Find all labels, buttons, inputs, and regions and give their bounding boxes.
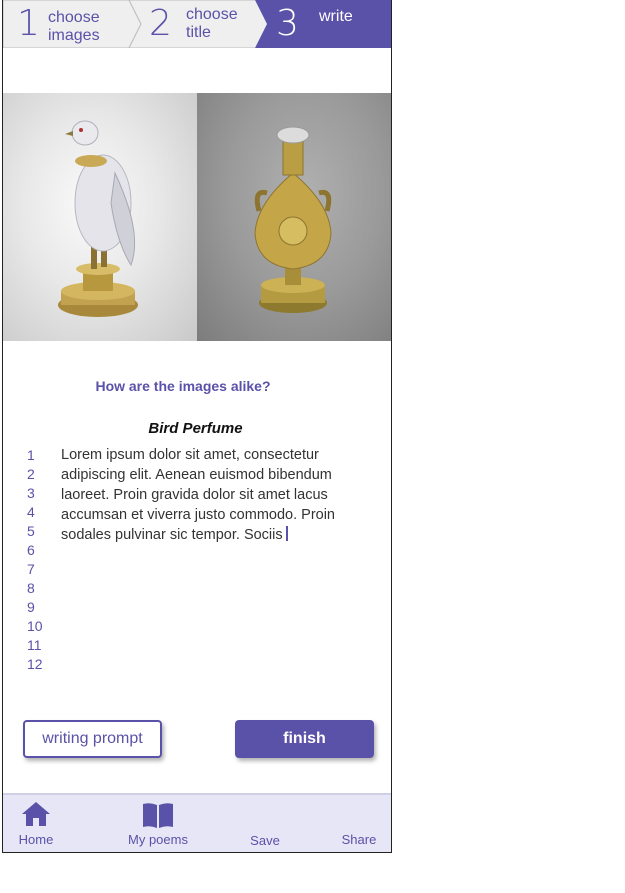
step-2-label-line2: title: [186, 24, 211, 41]
step-1-label-line1: choose: [48, 9, 100, 26]
nav-save[interactable]: Save: [241, 795, 289, 852]
finish-button[interactable]: finish: [235, 720, 374, 758]
nav-save-label: Save: [250, 833, 280, 848]
progress-stepper: 1 choose images 2 choose title 3 write: [3, 0, 391, 49]
line-number: 5: [27, 523, 35, 539]
bird-figurine-image: [3, 93, 197, 341]
poem-editor[interactable]: Lorem ipsum dolor sit amet, consectetur …: [61, 445, 361, 545]
line-number: 8: [27, 580, 35, 596]
selected-images: [3, 93, 391, 341]
line-number: 3: [27, 485, 35, 501]
line-number: 11: [27, 637, 42, 653]
step-write[interactable]: 3 write: [253, 0, 391, 48]
nav-share[interactable]: Share: [333, 795, 385, 852]
perfume-flask-drawing: [254, 126, 332, 313]
writing-prompt-button[interactable]: writing prompt: [23, 720, 162, 758]
line-number: 7: [27, 561, 35, 577]
line-numbers: 1 2 3 4 5 6 7 8 9 10 11 12: [27, 446, 57, 674]
line-number: 9: [27, 599, 35, 615]
perfume-flask-image: [197, 93, 391, 341]
step-3-label: write: [319, 8, 353, 25]
line-number: 12: [27, 656, 43, 672]
poem-text: Lorem ipsum dolor sit amet, consectetur …: [61, 447, 335, 543]
home-icon: [22, 802, 50, 826]
step-1-label: choose images: [48, 9, 100, 45]
step-choose-images[interactable]: 1 choose images: [3, 0, 143, 48]
line-number: 1: [27, 447, 35, 463]
writing-prompt-question: How are the images alike?: [95, 378, 271, 394]
bottom-nav: Home My poems Save Share: [3, 793, 391, 852]
step-3-number: 3: [276, 3, 299, 44]
nav-my-poems[interactable]: My poems: [121, 795, 195, 852]
step-1-label-line2: images: [48, 27, 100, 44]
nav-home[interactable]: Home: [8, 795, 64, 852]
bird-figurine-drawing: [58, 120, 138, 317]
step-2-label-line1: choose: [186, 6, 238, 23]
app-frame: 1 choose images 2 choose title 3 write H…: [2, 0, 392, 853]
text-cursor: [285, 526, 288, 541]
nav-my-poems-label: My poems: [128, 832, 188, 847]
nav-home-label: Home: [18, 832, 54, 847]
line-number: 6: [27, 542, 35, 558]
nav-share-label: Share: [341, 832, 377, 847]
line-number: 2: [27, 466, 35, 482]
line-number: 10: [27, 618, 43, 634]
step-2-label: choose title: [186, 6, 238, 42]
book-icon: [143, 803, 173, 828]
poem-title: Bird Perfume: [148, 420, 243, 437]
step-2-number: 2: [149, 3, 172, 44]
line-number: 4: [27, 504, 35, 520]
step-1-number: 1: [17, 3, 40, 44]
